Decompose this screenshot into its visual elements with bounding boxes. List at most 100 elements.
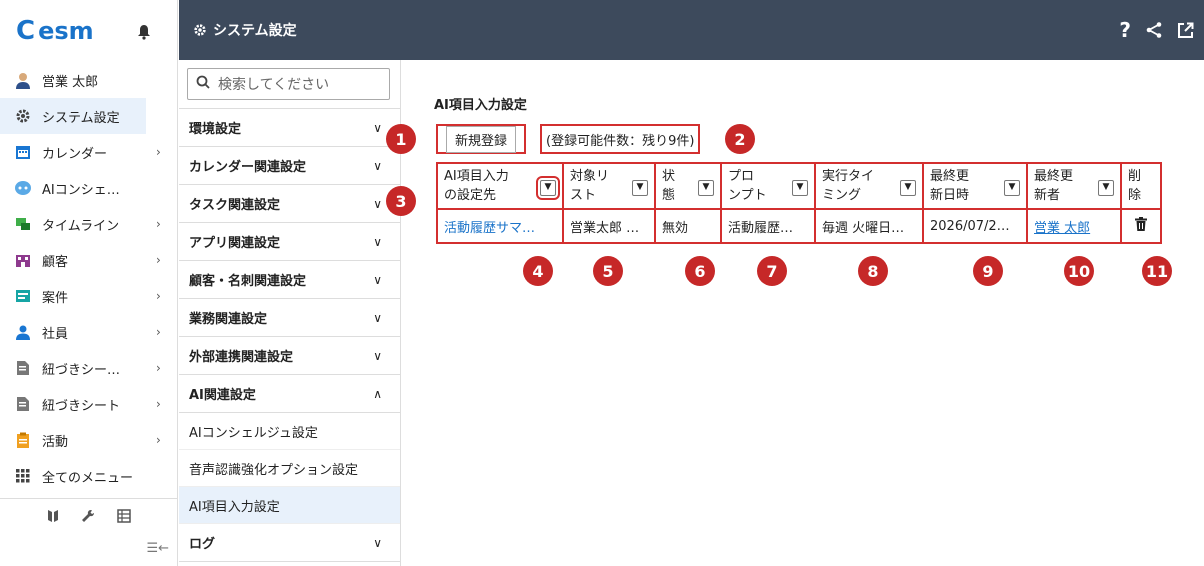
map-icon[interactable] <box>47 509 59 527</box>
new-register-button[interactable]: 新規登録 <box>436 124 526 154</box>
sheet-icon <box>14 359 32 377</box>
category-customer[interactable]: 顧客・名刺関連設定 ∨ <box>179 261 400 299</box>
category-label: 外部連携関連設定 <box>189 350 294 365</box>
category-calendar[interactable]: カレンダー関連設定 ∨ <box>179 147 400 185</box>
chevron-right-icon: › <box>156 289 161 303</box>
column-header-prompt[interactable]: プロ ンプト ▼ <box>720 162 816 210</box>
cell-delete[interactable] <box>1120 208 1162 244</box>
callout-badge-2: 2 <box>725 124 755 154</box>
nav-label: 社員 <box>42 326 69 342</box>
sub-item-ai-concierge[interactable]: AIコンシェルジュ設定 <box>179 413 400 450</box>
calendar-icon <box>14 143 32 161</box>
ai-concierge-icon <box>14 179 32 197</box>
nav-item-ai-concierge[interactable]: AIコンシェ… <box>0 170 177 206</box>
filter-dropdown-icon[interactable]: ▼ <box>698 180 714 196</box>
category-label: タスク関連設定 <box>189 198 281 213</box>
column-label: 除 <box>1128 188 1142 203</box>
filter-dropdown-icon[interactable]: ▼ <box>632 180 648 196</box>
nav-item-system-settings[interactable]: システム設定 <box>0 98 146 134</box>
callout-badge-10: 10 <box>1064 256 1094 286</box>
category-environment[interactable]: 環境設定 ∨ <box>179 109 400 147</box>
nav-item-linked-sheet-2[interactable]: 紐づきシート › <box>0 386 177 422</box>
logo-mark: C <box>16 16 36 46</box>
updated-by-link[interactable]: 営業 太郎 <box>1034 221 1090 236</box>
column-header-target[interactable]: AI項目入力 の設定先 ▼ <box>436 162 564 210</box>
column-header-timing[interactable]: 実行タイ ミング ▼ <box>814 162 924 210</box>
callout-badge-3: 3 <box>386 186 416 216</box>
category-task[interactable]: タスク関連設定 ∨ <box>179 185 400 223</box>
filter-dropdown-icon[interactable]: ▼ <box>1098 180 1114 196</box>
category-integration[interactable]: 外部連携関連設定 ∨ <box>179 337 400 375</box>
activity-icon <box>14 431 32 449</box>
chevron-right-icon: › <box>156 433 161 447</box>
user-profile[interactable]: 営業 太郎 <box>0 62 177 98</box>
cell-updated-by[interactable]: 営業 太郎 <box>1026 208 1122 244</box>
chevron-down-icon: ∨ <box>373 234 382 249</box>
column-header-updated-by[interactable]: 最終更 新者 ▼ <box>1026 162 1122 210</box>
cell-timing: 毎週 火曜日… <box>814 208 924 244</box>
cell-target[interactable]: 活動履歴サマ… <box>436 208 564 244</box>
search-input[interactable]: 検索してください <box>187 68 390 100</box>
filter-dropdown-icon[interactable]: ▼ <box>900 180 916 196</box>
filter-dropdown-icon[interactable]: ▼ <box>792 180 808 196</box>
settings-category-list: 環境設定 ∨ カレンダー関連設定 ∨ タスク関連設定 ∨ アプリ関連設定 ∨ 顧客・名刺… <box>179 108 400 562</box>
nav-item-all-menus[interactable]: 全てのメニュー <box>0 458 177 494</box>
category-label: アプリ関連設定 <box>189 236 281 251</box>
filter-dropdown-icon[interactable]: ▼ <box>1004 180 1020 196</box>
target-link[interactable]: 活動履歴サマ… <box>444 221 535 236</box>
cell-status: 無効 <box>654 208 722 244</box>
callout-badge-6: 6 <box>685 256 715 286</box>
chevron-right-icon: › <box>156 217 161 231</box>
column-header-updated-at[interactable]: 最終更 新日時 ▼ <box>922 162 1028 210</box>
bell-icon[interactable] <box>137 24 151 44</box>
category-label: ログ <box>189 537 216 552</box>
callout-badge-1: 1 <box>386 124 416 154</box>
esm-logo[interactable]: C esm <box>16 16 94 46</box>
filter-dropdown-icon[interactable]: ▼ <box>536 176 560 200</box>
nav-item-activity[interactable]: 活動 › <box>0 422 177 458</box>
category-app[interactable]: アプリ関連設定 ∨ <box>179 223 400 261</box>
chevron-down-icon: ∨ <box>373 348 382 363</box>
chevron-right-icon: › <box>156 253 161 267</box>
chevron-down-icon: ∨ <box>373 158 382 173</box>
nav-item-deal[interactable]: 案件 › <box>0 278 177 314</box>
share-icon[interactable] <box>1145 21 1163 39</box>
table-icon[interactable] <box>116 509 131 527</box>
chevron-right-icon: › <box>156 397 161 411</box>
settings-menu: 検索してください 環境設定 ∨ カレンダー関連設定 ∨ タスク関連設定 ∨ アプリ関連… <box>179 60 401 566</box>
trash-icon[interactable] <box>1135 217 1147 231</box>
nav-label: 紐づきシート <box>42 398 121 414</box>
cell-updated-at: 2026/07/2… <box>922 208 1028 244</box>
column-header-status[interactable]: 状態 ▼ <box>654 162 722 210</box>
sub-item-voice-recognition[interactable]: 音声認識強化オプション設定 <box>179 450 400 487</box>
nav-item-calendar[interactable]: カレンダー › <box>0 134 177 170</box>
chevron-right-icon: › <box>156 325 161 339</box>
callout-badge-9: 9 <box>973 256 1003 286</box>
nav-item-timeline[interactable]: タイムライン › <box>0 206 177 242</box>
category-label: 顧客・名刺関連設定 <box>189 274 307 289</box>
category-label: カレンダー関連設定 <box>189 160 307 175</box>
table-row: 活動履歴サマ… 営業太郎 … 無効 活動履歴… 毎週 火曜日… 2026/07/… <box>436 208 1162 244</box>
nav-item-customer[interactable]: 顧客 › <box>0 242 177 278</box>
nav-item-linked-sheet-1[interactable]: 紐づきシー… › <box>0 350 177 386</box>
nav-label: カレンダー <box>42 146 108 162</box>
sub-item-ai-field-input[interactable]: AI項目入力設定 <box>179 487 400 524</box>
category-ai[interactable]: AI関連設定 ∧ <box>179 375 400 413</box>
wrench-icon[interactable] <box>81 509 95 527</box>
collapse-menu-icon[interactable]: ☰← <box>146 541 169 556</box>
category-business[interactable]: 業務関連設定 ∨ <box>179 299 400 337</box>
chevron-right-icon: › <box>156 145 161 159</box>
category-log[interactable]: ログ ∨ <box>179 524 400 562</box>
gear-icon <box>14 107 32 125</box>
help-icon[interactable]: ? <box>1119 18 1131 42</box>
top-bar-tools: ? <box>1119 18 1194 42</box>
callout-badge-8: 8 <box>858 256 888 286</box>
search-icon <box>196 75 210 93</box>
callout-badge-11: 11 <box>1142 256 1172 286</box>
open-external-icon[interactable] <box>1177 22 1194 39</box>
user-avatar-icon <box>14 71 32 89</box>
nav-item-employee[interactable]: 社員 › <box>0 314 177 350</box>
chevron-down-icon: ∨ <box>373 120 382 135</box>
top-bar: システム設定 ? <box>179 0 1204 60</box>
column-header-list[interactable]: 対象リ スト ▼ <box>562 162 656 210</box>
